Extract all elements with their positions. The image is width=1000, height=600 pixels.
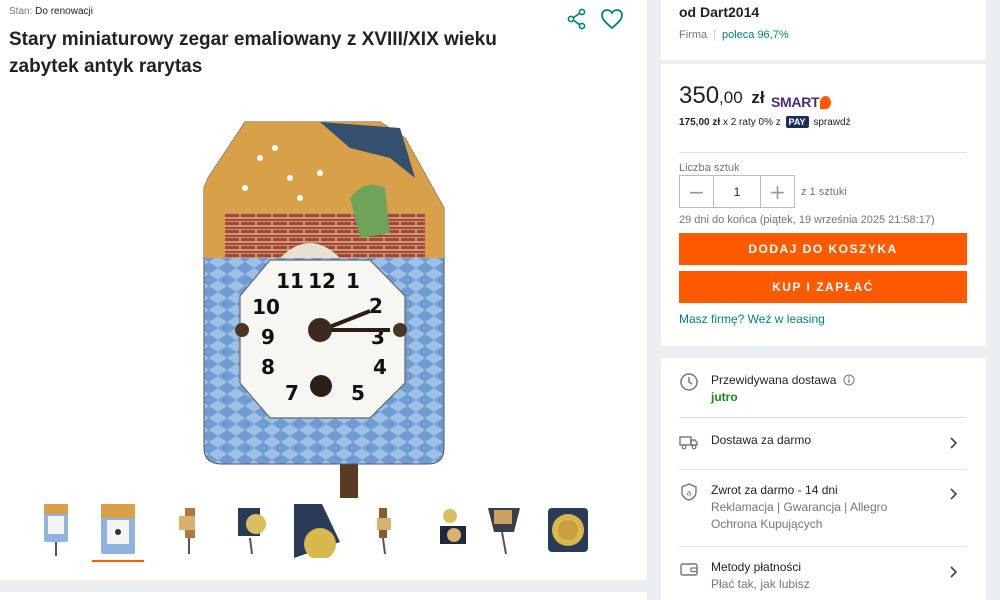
quantity-available: z 1 sztuki [801,186,847,198]
installments-check-link[interactable]: sprawdź [813,117,850,128]
expected-delivery-title: Przewidywana dostawa [711,373,855,387]
installments-text: x 2 raty 0% z [722,117,781,128]
quantity-decrease-button[interactable]: − [680,176,713,207]
divider [679,152,967,153]
thumbnail[interactable] [226,500,278,560]
seller-meta: Firma | poleca 96,7% [679,29,789,41]
thumbnail-strip [30,500,610,564]
thumbnail[interactable] [30,500,82,560]
seller-card: od Dart2014 Firma | poleca 96,7% [661,0,986,60]
leasing-link[interactable]: Masz firmę? Weź w leasing [679,312,825,326]
payment-methods-row[interactable]: Metody płatności Płać tak, jak lubisz [661,547,986,600]
thumbnail[interactable] [292,500,344,560]
price: 350,00 zł [679,82,765,110]
price-main: 350 [679,82,720,109]
chevron-right-icon [947,487,959,500]
condition: Stan: Do renowacji [9,6,93,17]
condition-value: Do renowacji [35,6,93,17]
thumbnail[interactable] [542,500,594,560]
heart-icon[interactable] [600,8,624,30]
pay-logo: PAY [785,116,809,128]
seller-recommend[interactable]: poleca 96,7% [722,29,789,41]
buy-box: 350,00 zł SMART 175,00 zł x 2 raty 0% z … [661,64,986,346]
wallet-icon [679,559,699,579]
chevron-right-icon [947,436,959,449]
condition-label: Stan: [9,6,33,17]
truck-icon [679,432,699,452]
thumbnail[interactable] [478,500,530,560]
quantity-increase-button[interactable]: + [761,176,794,207]
main-product-image[interactable]: 11 12 1 2 10 93 84 75 [200,118,450,498]
share-icon[interactable] [566,8,588,30]
quantity-input[interactable]: 1 [713,176,761,207]
returns-row[interactable]: a Zwrot za darmo - 14 dni Reklamacja | G… [661,470,986,546]
smart-icon [820,96,832,109]
product-panel: Stan: Do renowacji Stary miniaturowy zeg… [0,0,647,580]
seller-type: Firma [679,29,708,41]
svg-text:5: 5 [351,381,365,405]
quantity-label: Liczba sztuk [679,162,740,174]
clock-icon [679,372,699,392]
thumbnail[interactable] [92,500,144,562]
svg-text:8: 8 [261,355,275,379]
svg-text:2: 2 [369,294,383,318]
quantity-stepper: − 1 + [679,175,795,208]
svg-text:4: 4 [373,355,387,379]
installments-amount: 175,00 zł [679,117,721,128]
smart-label: SMART [771,94,820,110]
info-icon[interactable] [843,374,855,386]
price-currency: zł [751,88,765,107]
product-title: Stary miniaturowy zegar emaliowany z XVI… [9,29,497,77]
smart-badge: SMART [771,94,832,110]
returns-title: Zwrot za darmo - 14 dni [711,483,838,497]
buy-now-button[interactable]: KUP I ZAPŁAĆ [679,271,967,303]
free-delivery-title: Dostawa za darmo [711,433,812,447]
panel-footer [0,592,647,600]
chevron-right-icon [947,565,959,578]
thumbnail[interactable] [162,500,214,560]
installments: 175,00 zł x 2 raty 0% z PAY sprawdź [679,116,851,128]
add-to-cart-button[interactable]: DODAJ DO KOSZYKA [679,233,967,265]
thumbnail[interactable] [426,500,478,560]
svg-text:12: 12 [308,269,336,293]
shield-icon: a [679,482,699,502]
returns-subtitle: Reklamacja | Gwarancja | Allegro Ochrona… [711,500,888,531]
price-cents: ,00 [719,88,743,107]
svg-text:9: 9 [261,325,275,349]
delivery-info: Przewidywana dostawa jutro Dostawa za da… [661,358,986,600]
svg-text:1: 1 [346,269,360,293]
free-delivery-row[interactable]: Dostawa za darmo [661,418,986,470]
svg-text:a: a [687,489,692,498]
expected-delivery-label: Przewidywana dostawa [711,373,837,387]
time-remaining: 29 dni do końca (piątek, 19 września 202… [679,214,935,226]
svg-text:11: 11 [276,269,304,293]
seller-name[interactable]: od Dart2014 [679,4,759,20]
expected-delivery-value: jutro [711,390,738,404]
thumbnail[interactable] [358,500,410,560]
payment-methods-subtitle: Płać tak, jak lubisz [711,577,810,591]
payment-methods-title: Metody płatności [711,560,802,574]
svg-text:7: 7 [285,381,299,405]
svg-text:10: 10 [252,295,280,319]
